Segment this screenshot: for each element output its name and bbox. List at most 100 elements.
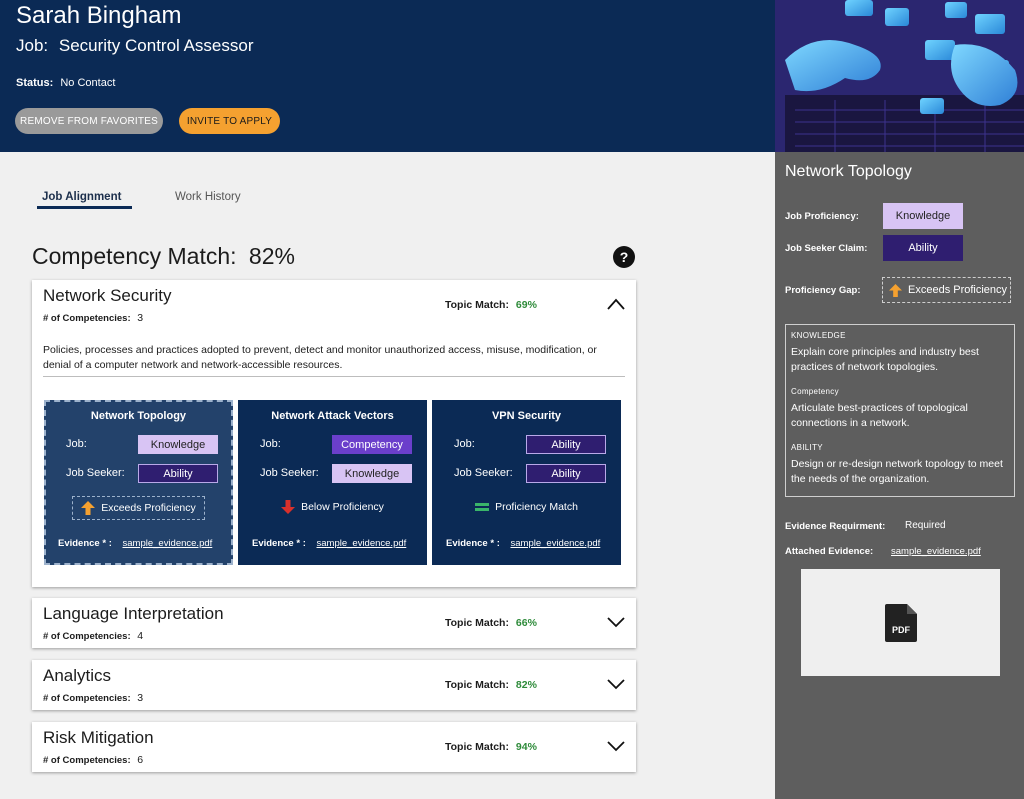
proficiency-gap-value: Exceeds Proficiency <box>908 284 1008 296</box>
job-line: Job: Security Control Assessor <box>16 36 254 56</box>
job-proficiency-chip: Competency <box>332 435 412 454</box>
topic-match-value: 66% <box>515 617 537 629</box>
topic-description: Policies, processes and practices adopte… <box>43 344 597 371</box>
evidence-requirement-value: Required <box>905 520 946 531</box>
evidence-line: Evidence * : sample_evidence.pdf <box>58 538 212 549</box>
competency-count-value: 3 <box>137 312 144 324</box>
invite-to-apply-button[interactable]: INVITE TO APPLY <box>179 108 280 134</box>
competency-match-label: Competency Match: <box>32 243 237 269</box>
topic-card-network-security: Network Security # of Competencies: 3 To… <box>32 280 636 587</box>
evidence-file-link[interactable]: sample_evidence.pdf <box>317 538 407 549</box>
job-proficiency-chip: Knowledge <box>138 435 218 454</box>
job-proficiency-chip: Ability <box>526 435 606 454</box>
equals-icon <box>475 503 490 511</box>
chevron-down-icon[interactable] <box>606 736 626 756</box>
pdf-file-icon: PDF <box>884 603 917 642</box>
definition-text: Design or re-design network topology to … <box>791 458 1003 485</box>
evidence-label: Evidence * : <box>58 538 112 549</box>
proficiency-gap-chip: Exceeds Proficiency <box>882 277 1011 303</box>
job-seeker-claim-chip: Ability <box>883 235 963 261</box>
competency-detail-panel: Network Topology Job Proficiency: Knowle… <box>775 152 1024 799</box>
evidence-label: Evidence * : <box>446 538 500 549</box>
evidence-requirement-label: Evidence Requirment: <box>785 521 886 532</box>
definition-heading: KNOWLEDGE <box>791 331 846 340</box>
competency-count-label: # of Competencies: <box>43 631 131 642</box>
topic-title: Analytics <box>43 666 112 685</box>
job-label: Job: <box>16 36 49 55</box>
definition-text: Articulate best-practices of topological… <box>791 402 968 429</box>
competency-count-label: # of Competencies: <box>43 755 131 766</box>
status-label: Status: <box>16 77 54 89</box>
evidence-line: Evidence * : sample_evidence.pdf <box>252 538 406 549</box>
topic-card-analytics[interactable]: Analytics # of Competencies: 3 Topic Mat… <box>32 660 636 710</box>
remove-from-favorites-button[interactable]: REMOVE FROM FAVORITES <box>15 108 163 134</box>
status-text: Below Proficiency <box>301 501 384 513</box>
job-seeker-proficiency-chip: Knowledge <box>332 464 412 483</box>
job-seeker-label: Job Seeker: <box>66 467 125 479</box>
topic-match: Topic Match: 69% <box>445 299 537 311</box>
competency-count-label: # of Competencies: <box>43 313 131 324</box>
topic-title: Network Security <box>43 286 172 305</box>
competency-title: Network Topology <box>90 410 187 422</box>
competency-count: # of Competencies: 6 <box>43 754 143 766</box>
job-seeker-proficiency-chip: Ability <box>526 464 606 483</box>
topic-match-label: Topic Match: <box>445 617 509 629</box>
pdf-label: PDF <box>892 625 911 635</box>
evidence-line: Evidence * : sample_evidence.pdf <box>446 538 600 549</box>
attached-evidence-link[interactable]: sample_evidence.pdf <box>891 546 981 557</box>
competency-title: VPN Security <box>491 410 562 422</box>
topic-match-label: Topic Match: <box>445 299 509 311</box>
competency-tile-network-attack-vectors[interactable]: Network Attack Vectors Job: Competency J… <box>238 400 427 565</box>
status-text: Proficiency Match <box>495 501 578 513</box>
topic-match: Topic Match: 66% <box>445 617 537 629</box>
active-tab-indicator <box>37 206 132 209</box>
definition-heading: Competency <box>791 387 839 396</box>
topic-match-label: Topic Match: <box>445 679 509 691</box>
job-seeker-label: Job Seeker: <box>454 467 513 479</box>
topic-title: Language Interpretation <box>43 604 224 623</box>
arrow-up-icon <box>889 283 902 297</box>
detail-title: Network Topology <box>785 163 912 180</box>
evidence-label: Evidence * : <box>252 538 306 549</box>
chevron-up-icon[interactable] <box>606 294 626 314</box>
chevron-down-icon[interactable] <box>606 674 626 694</box>
topic-title: Risk Mitigation <box>43 728 154 747</box>
topic-match: Topic Match: 82% <box>445 679 537 691</box>
competency-count: # of Competencies: 4 <box>43 630 143 642</box>
competency-tile-network-topology[interactable]: Network Topology Job: Knowledge Job Seek… <box>44 400 233 565</box>
arrow-up-icon <box>81 501 96 515</box>
competency-match-heading: Competency Match: 82% <box>32 243 295 270</box>
competency-title: Network Attack Vectors <box>271 410 394 422</box>
definition-heading: ABILITY <box>791 443 823 452</box>
competency-count: # of Competencies: 3 <box>43 692 143 704</box>
proficiency-definitions: KNOWLEDGE Explain core principles and in… <box>785 324 1015 497</box>
topic-card-risk-mitigation[interactable]: Risk Mitigation # of Competencies: 6 Top… <box>32 722 636 772</box>
job-proficiency-label: Job Proficiency: <box>785 211 859 222</box>
profile-header: Sarah Bingham Job: Security Control Asse… <box>0 0 775 152</box>
tab-work-history[interactable]: Work History <box>175 191 241 203</box>
competency-count-value: 6 <box>137 754 144 766</box>
evidence-file-link[interactable]: sample_evidence.pdf <box>511 538 601 549</box>
topic-match-value: 82% <box>515 679 537 691</box>
job-label: Job: <box>66 438 87 450</box>
divider <box>43 376 625 377</box>
proficiency-status: Proficiency Match <box>432 496 621 518</box>
competency-match-value: 82% <box>248 243 295 269</box>
competency-tile-vpn-security[interactable]: VPN Security Job: Ability Job Seeker: Ab… <box>432 400 621 565</box>
competency-count-value: 4 <box>137 630 144 642</box>
competency-count: # of Competencies: 3 <box>43 312 143 324</box>
topic-match-value: 69% <box>515 299 537 311</box>
competency-count-label: # of Competencies: <box>43 693 131 704</box>
topic-match-value: 94% <box>515 741 537 753</box>
topic-match-label: Topic Match: <box>445 741 509 753</box>
help-icon[interactable]: ? <box>613 246 635 268</box>
evidence-file-link[interactable]: sample_evidence.pdf <box>123 538 213 549</box>
chevron-down-icon[interactable] <box>606 612 626 632</box>
topic-card-language-interpretation[interactable]: Language Interpretation # of Competencie… <box>32 598 636 648</box>
proficiency-status: Exceeds Proficiency <box>44 496 233 520</box>
tab-job-alignment[interactable]: Job Alignment <box>42 191 121 203</box>
pdf-preview[interactable]: PDF <box>801 569 1000 676</box>
competency-count-value: 3 <box>137 692 144 704</box>
hero-illustration <box>775 0 1024 152</box>
job-seeker-claim-label: Job Seeker Claim: <box>785 243 868 254</box>
